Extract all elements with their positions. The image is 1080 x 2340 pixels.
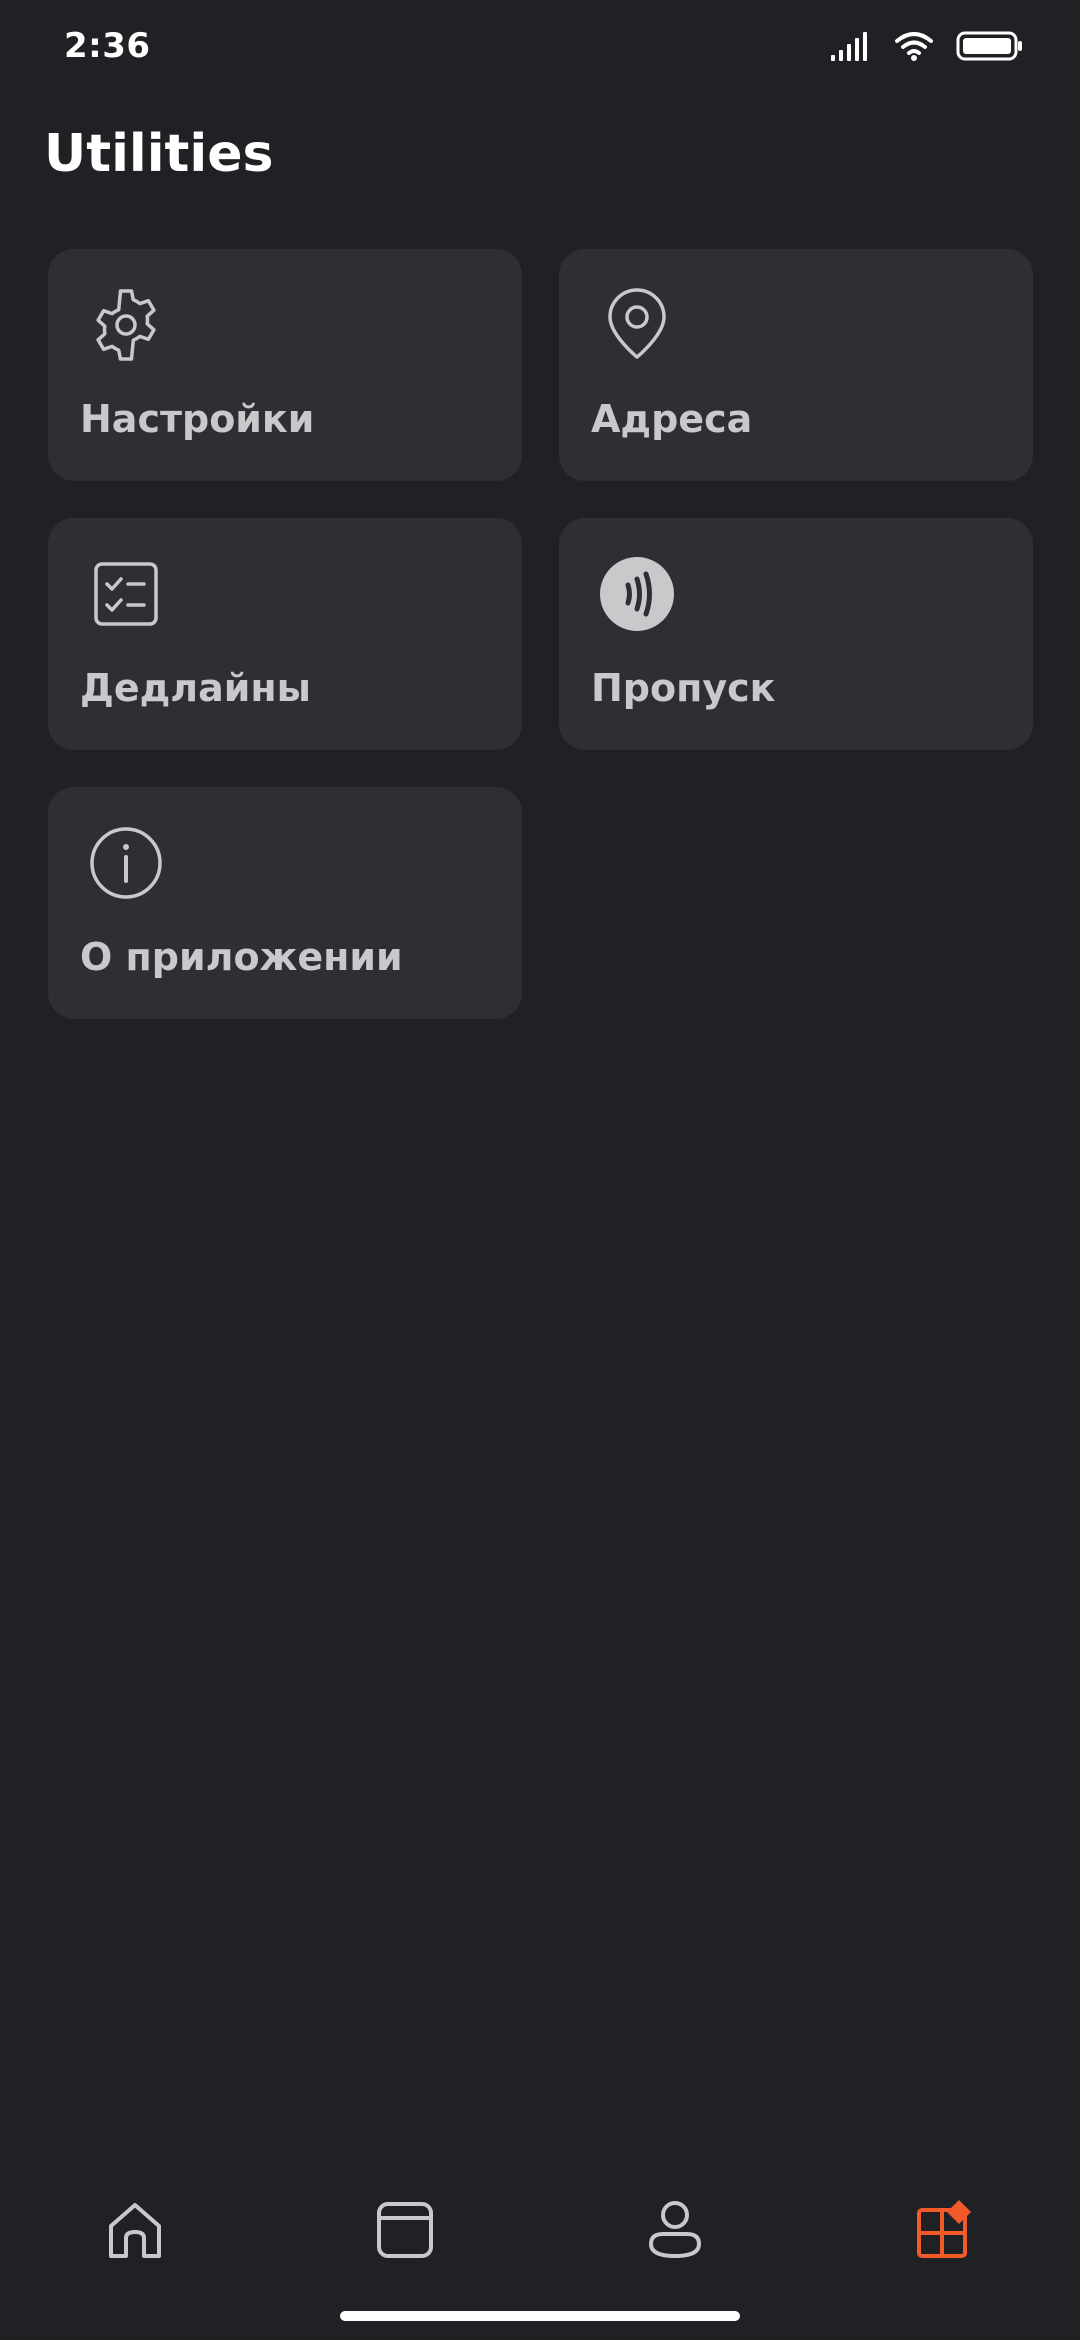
bottom-nav: [0, 2170, 1080, 2290]
home-indicator[interactable]: [340, 2311, 740, 2321]
checklist-icon: [86, 554, 166, 634]
location-pin-icon: [597, 285, 677, 365]
tile-label-addresses: Адреса: [591, 397, 753, 441]
signal-icon: [830, 31, 872, 61]
wifi-icon: [894, 30, 934, 62]
tile-about[interactable]: О приложении: [48, 787, 522, 1019]
tile-deadlines[interactable]: Дедлайны: [48, 518, 522, 750]
calendar-icon: [373, 2198, 437, 2266]
nav-calendar[interactable]: [365, 2192, 445, 2272]
status-bar: 2:36: [0, 0, 1080, 100]
contactless-icon: [597, 554, 677, 634]
nav-utilities[interactable]: [905, 2192, 985, 2272]
tile-label-settings: Настройки: [80, 397, 315, 441]
nav-home[interactable]: [95, 2192, 175, 2272]
tile-label-deadlines: Дедлайны: [80, 666, 312, 710]
profile-icon: [643, 2198, 707, 2266]
home-icon: [103, 2198, 167, 2266]
tile-label-about: О приложении: [80, 935, 403, 979]
status-time: 2:36: [64, 26, 151, 66]
battery-icon: [956, 30, 1024, 62]
nav-profile[interactable]: [635, 2192, 715, 2272]
tile-addresses[interactable]: Адреса: [559, 249, 1033, 481]
info-icon: [86, 823, 166, 903]
tile-label-pass: Пропуск: [591, 666, 776, 710]
page-title: Utilities: [44, 124, 274, 184]
utilities-grid-icon: [913, 2198, 977, 2266]
status-icons: [830, 30, 1024, 62]
tile-settings[interactable]: Настройки: [48, 249, 522, 481]
tile-pass[interactable]: Пропуск: [559, 518, 1033, 750]
gear-icon: [86, 285, 166, 365]
